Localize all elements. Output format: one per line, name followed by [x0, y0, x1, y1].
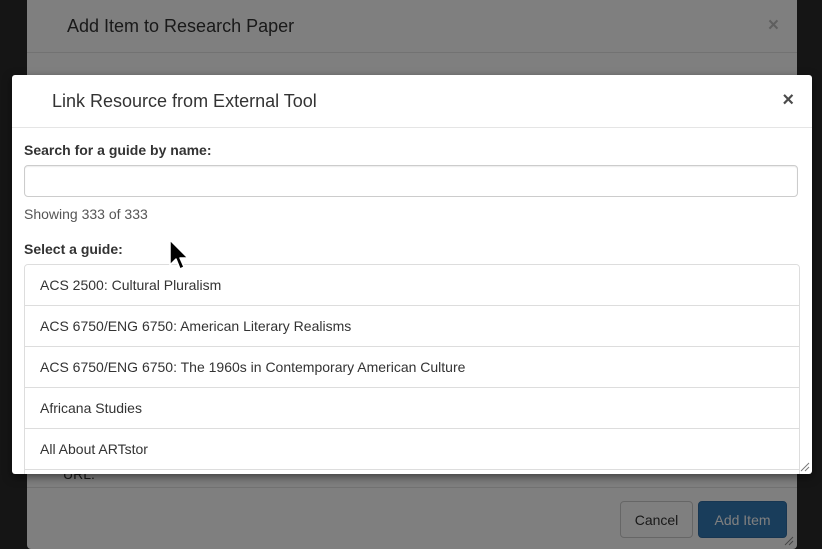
list-item[interactable]: ACS 6750/ENG 6750: The 1960s in Contempo…	[25, 347, 799, 388]
close-icon[interactable]: ×	[782, 89, 794, 112]
results-count: Showing 333 of 333	[24, 206, 148, 222]
select-guide-label: Select a guide:	[24, 241, 123, 257]
link-resource-modal: Link Resource from External Tool × Searc…	[12, 75, 812, 474]
list-item[interactable]: ACS 2500: Cultural Pluralism	[25, 265, 799, 306]
search-input[interactable]	[24, 165, 798, 197]
list-item[interactable]: ACS 6750/ENG 6750: American Literary Rea…	[25, 306, 799, 347]
modal-title: Link Resource from External Tool	[52, 91, 317, 111]
guide-list[interactable]: ACS 2500: Cultural Pluralism ACS 6750/EN…	[24, 264, 800, 474]
search-label: Search for a guide by name:	[24, 142, 212, 158]
modal-header: Link Resource from External Tool ×	[12, 75, 812, 128]
list-item[interactable]: Africana Studies	[25, 388, 799, 429]
list-item[interactable]: All About ARTstor	[25, 429, 799, 470]
resize-handle-icon[interactable]	[800, 462, 810, 472]
